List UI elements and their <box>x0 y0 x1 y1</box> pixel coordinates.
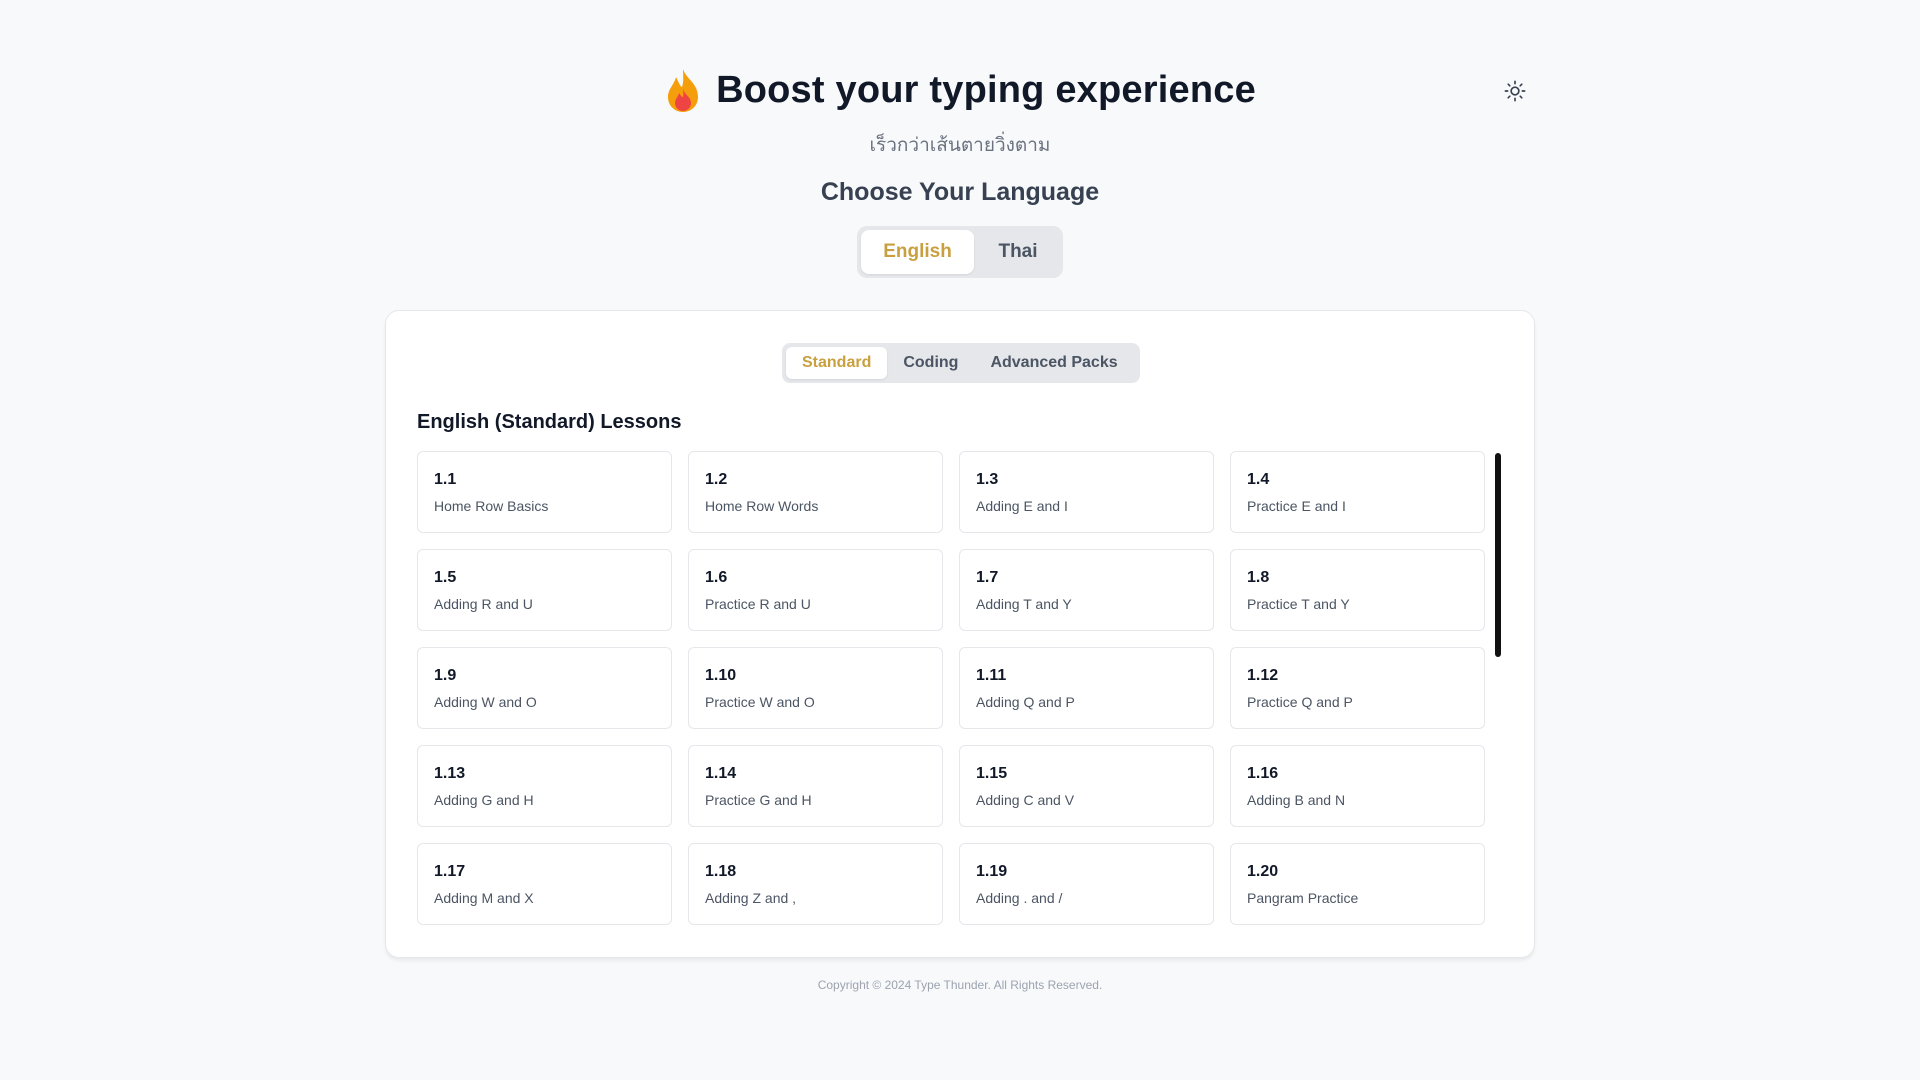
lesson-title: Adding G and H <box>434 792 534 808</box>
lessons-panel: Standard Coding Advanced Packs English (… <box>385 310 1535 958</box>
category-tabs: Standard Coding Advanced Packs <box>782 343 1140 383</box>
lesson-card[interactable]: 1.20 Pangram Practice <box>1230 843 1485 925</box>
lesson-card[interactable]: 1.3 Adding E and I <box>959 451 1214 533</box>
lesson-number: 1.8 <box>1247 569 1270 586</box>
page: Boost your typing experience เร็วกว่าเส้… <box>0 0 1920 1080</box>
lesson-title: Practice G and H <box>705 792 812 808</box>
language-heading: Choose Your Language <box>820 178 1100 206</box>
lesson-card[interactable]: 1.9 Adding W and O <box>417 647 672 729</box>
lesson-number: 1.15 <box>976 765 1008 782</box>
lesson-card[interactable]: 1.16 Adding B and N <box>1230 745 1485 827</box>
lesson-title: Adding M and X <box>434 890 534 906</box>
lesson-card[interactable]: 1.5 Adding R and U <box>417 549 672 631</box>
lesson-number: 1.9 <box>434 667 457 684</box>
app-subtitle: เร็วกว่าเส้นตายวิ่งตาม <box>869 134 1051 156</box>
lesson-title: Adding . and / <box>976 890 1063 906</box>
lesson-card[interactable]: 1.2 Home Row Words <box>688 451 943 533</box>
lesson-title: Practice R and U <box>705 596 811 612</box>
lesson-title: Home Row Words <box>705 498 819 514</box>
lesson-card[interactable]: 1.4 Practice E and I <box>1230 451 1485 533</box>
app-title: Boost your typing experience <box>716 68 1256 111</box>
lesson-card[interactable]: 1.17 Adding M and X <box>417 843 672 925</box>
lesson-number: 1.6 <box>705 569 728 586</box>
theme-toggle-button[interactable] <box>1502 78 1528 104</box>
lesson-card[interactable]: 1.12 Practice Q and P <box>1230 647 1485 729</box>
lesson-title: Practice W and O <box>705 694 815 710</box>
lesson-title: Adding W and O <box>434 694 537 710</box>
lesson-title: Adding T and Y <box>976 596 1072 612</box>
section-title: English (Standard) Lessons <box>417 411 682 433</box>
lesson-card[interactable]: 1.6 Practice R and U <box>688 549 943 631</box>
lesson-number: 1.18 <box>705 863 737 880</box>
language-option-thai[interactable]: Thai <box>977 230 1059 274</box>
lesson-title: Adding R and U <box>434 596 533 612</box>
language-switch: English Thai <box>857 226 1063 278</box>
header: Boost your typing experience เร็วกว่าเส้… <box>0 62 1920 160</box>
lesson-card[interactable]: 1.8 Practice T and Y <box>1230 549 1485 631</box>
lesson-title: Practice Q and P <box>1247 694 1353 710</box>
lesson-card[interactable]: 1.14 Practice G and H <box>688 745 943 827</box>
lesson-number: 1.7 <box>976 569 999 586</box>
lesson-number: 1.1 <box>434 471 457 488</box>
lesson-card[interactable]: 1.10 Practice W and O <box>688 647 943 729</box>
lesson-card[interactable]: 1.19 Adding . and / <box>959 843 1214 925</box>
lesson-card[interactable]: 1.7 Adding T and Y <box>959 549 1214 631</box>
lesson-title: Pangram Practice <box>1247 890 1359 906</box>
lesson-title: Adding B and N <box>1247 792 1346 808</box>
language-option-english[interactable]: English <box>861 230 974 274</box>
lesson-card[interactable]: 1.11 Adding Q and P <box>959 647 1214 729</box>
sun-icon <box>1504 80 1526 102</box>
lesson-title: Home Row Basics <box>434 498 549 514</box>
lesson-grid: 1.1 Home Row Basics 1.2 Home Row Words 1.3 Ad… <box>417 451 1487 925</box>
lesson-title: Adding Z and , <box>705 890 797 906</box>
title-row: Boost your typing experience <box>0 62 1920 118</box>
lesson-card[interactable]: 1.15 Adding C and V <box>959 745 1214 827</box>
tab-standard[interactable]: Standard <box>786 347 888 379</box>
footer-copyright: Copyright © 2024 Type Thunder. All Right… <box>817 978 1103 992</box>
scrollbar-thumb[interactable] <box>1495 453 1501 657</box>
lesson-title: Adding E and I <box>976 498 1068 514</box>
lesson-number: 1.19 <box>976 863 1008 880</box>
lesson-card[interactable]: 1.1 Home Row Basics <box>417 451 672 533</box>
flame-icon <box>664 67 702 113</box>
lesson-title: Adding C and V <box>976 792 1075 808</box>
lesson-number: 1.11 <box>976 667 1007 684</box>
lesson-number: 1.2 <box>705 471 728 488</box>
lesson-number: 1.4 <box>1247 471 1270 488</box>
lesson-title: Adding Q and P <box>976 694 1075 710</box>
lesson-number: 1.13 <box>434 765 466 782</box>
lesson-number: 1.16 <box>1247 765 1279 782</box>
lesson-number: 1.3 <box>976 471 999 488</box>
tab-coding[interactable]: Coding <box>887 347 974 379</box>
lesson-number: 1.17 <box>434 863 466 880</box>
lesson-number: 1.14 <box>705 765 737 782</box>
lesson-number: 1.5 <box>434 569 457 586</box>
lesson-card[interactable]: 1.18 Adding Z and , <box>688 843 943 925</box>
lesson-number: 1.12 <box>1247 667 1279 684</box>
lesson-number: 1.10 <box>705 667 737 684</box>
lesson-title: Practice T and Y <box>1247 596 1350 612</box>
lesson-title: Practice E and I <box>1247 498 1346 514</box>
lesson-number: 1.20 <box>1247 863 1279 880</box>
tab-advanced-packs[interactable]: Advanced Packs <box>974 347 1133 379</box>
lesson-card[interactable]: 1.13 Adding G and H <box>417 745 672 827</box>
